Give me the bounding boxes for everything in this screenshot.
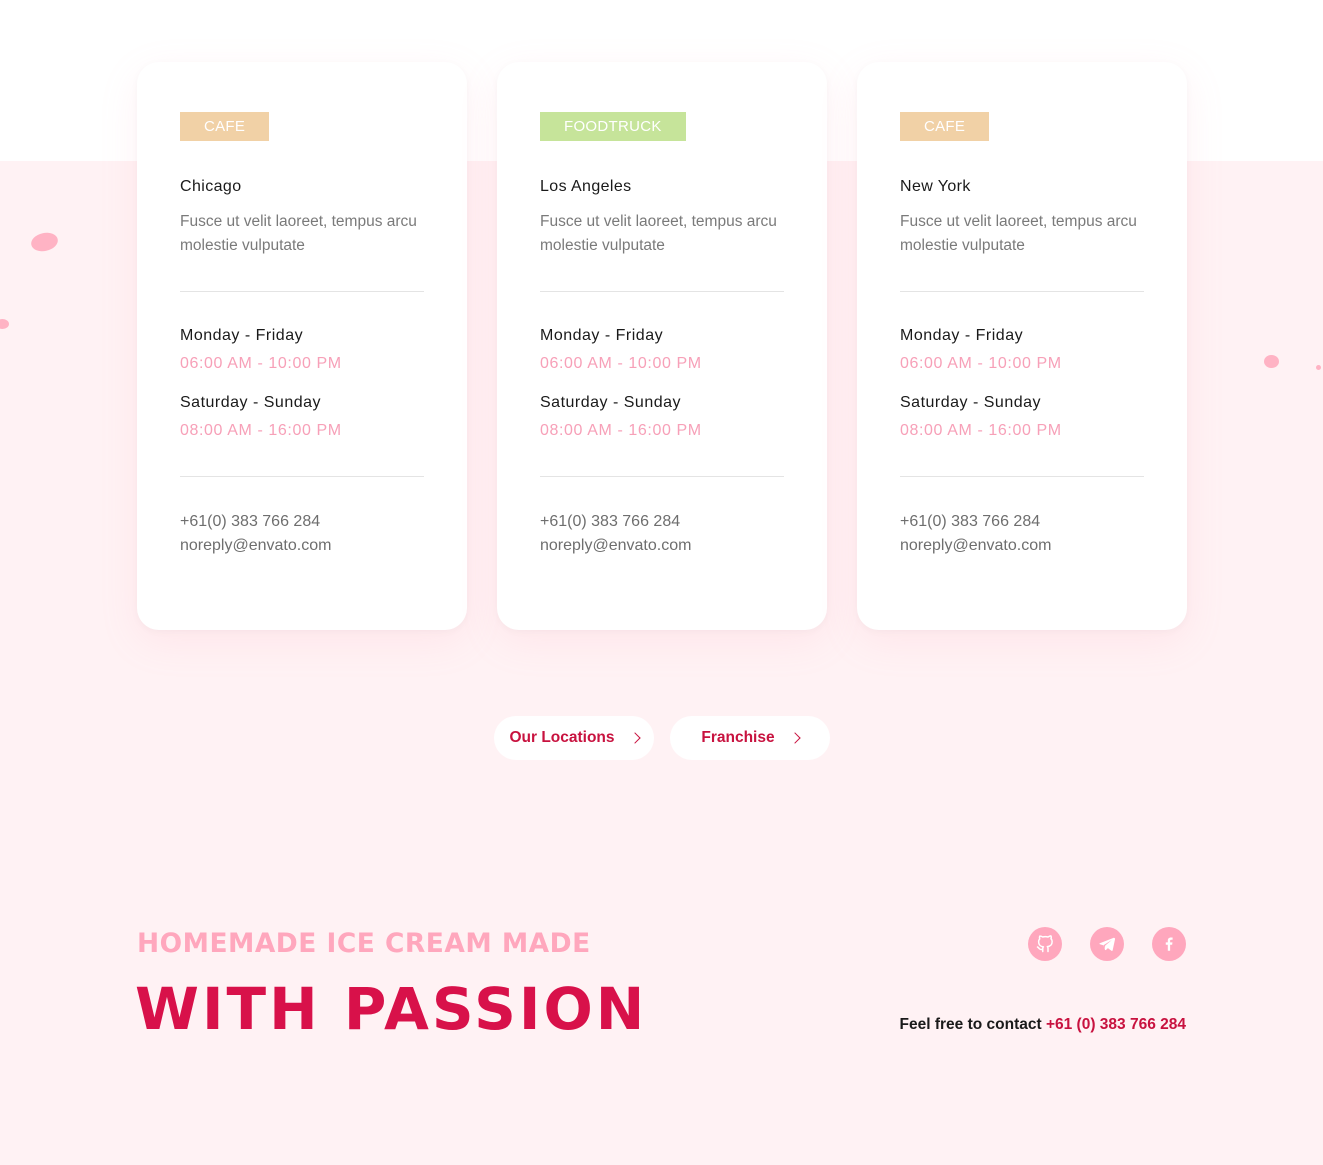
contact-line: Feel free to contact +61 (0) 383 766 284 [900, 1016, 1186, 1034]
hero-subtitle: HOMEMADE ICE CREAM MADE [137, 928, 591, 959]
telegram-icon [1099, 937, 1116, 951]
decorative-dot [1264, 355, 1279, 368]
our-locations-label: Our Locations [509, 729, 615, 746]
facebook-button[interactable] [1152, 927, 1186, 961]
franchise-label: Franchise [701, 729, 775, 746]
telegram-button[interactable] [1090, 927, 1124, 961]
location-card-los-angeles: FOODTRUCK Los Angeles Fusce ut velit lao… [497, 62, 827, 630]
facebook-icon [1165, 937, 1173, 951]
weekend-label: Saturday - Sunday [900, 394, 1042, 411]
divider [180, 291, 424, 292]
contact-prefix: Feel free to contact [899, 1016, 1042, 1033]
weekday-label: Monday - Friday [900, 327, 1024, 344]
location-city: Chicago [180, 178, 242, 195]
location-city: Los Angeles [540, 178, 632, 195]
github-icon [1036, 935, 1053, 953]
divider [540, 476, 784, 477]
social-links [1028, 927, 1186, 961]
location-type-badge: CAFE [900, 112, 990, 141]
chevron-right-icon [788, 732, 801, 744]
weekday-label: Monday - Friday [540, 327, 664, 344]
location-city: New York [900, 178, 971, 195]
location-card-chicago: CAFE Chicago Fusce ut velit laoreet, tem… [137, 62, 467, 630]
location-card-new-york: CAFE New York Fusce ut velit laoreet, te… [857, 62, 1187, 630]
hero-title: WITH PASSION [135, 975, 648, 1043]
weekday-hours: 06:00 AM - 10:00 PM [900, 355, 1062, 372]
location-contact: +61(0) 383 766 284 noreply@envato.com [180, 510, 424, 558]
location-description: Fusce ut velit laoreet, tempus arcu mole… [540, 213, 777, 254]
location-type-badge: FOODTRUCK [540, 112, 686, 141]
github-button[interactable] [1028, 927, 1062, 961]
franchise-button[interactable]: Franchise [670, 716, 830, 760]
weekend-hours: 08:00 AM - 16:00 PM [900, 422, 1062, 439]
weekend-hours: 08:00 AM - 16:00 PM [540, 422, 702, 439]
location-contact: +61(0) 383 766 284 noreply@envato.com [900, 510, 1144, 558]
weekday-hours: 06:00 AM - 10:00 PM [540, 355, 702, 372]
divider [900, 291, 1144, 292]
location-type-badge: CAFE [180, 112, 270, 141]
weekend-label: Saturday - Sunday [180, 394, 322, 411]
divider [180, 476, 424, 477]
contact-phone-link[interactable]: +61 (0) 383 766 284 [1046, 1016, 1186, 1033]
location-cards: CAFE Chicago Fusce ut velit laoreet, tem… [137, 62, 1187, 630]
divider [540, 291, 784, 292]
decorative-dot [1316, 365, 1321, 370]
location-description: Fusce ut velit laoreet, tempus arcu mole… [180, 213, 417, 254]
location-phone[interactable]: +61(0) 383 766 284 [900, 510, 1144, 534]
our-locations-button[interactable]: Our Locations [494, 716, 654, 760]
location-buttons: Our Locations Franchise [494, 716, 830, 760]
location-description: Fusce ut velit laoreet, tempus arcu mole… [900, 213, 1137, 254]
weekday-label: Monday - Friday [180, 327, 304, 344]
chevron-right-icon [628, 732, 641, 744]
location-contact: +61(0) 383 766 284 noreply@envato.com [540, 510, 784, 558]
weekend-hours: 08:00 AM - 16:00 PM [180, 422, 342, 439]
location-email[interactable]: noreply@envato.com [540, 534, 784, 558]
location-email[interactable]: noreply@envato.com [900, 534, 1144, 558]
weekday-hours: 06:00 AM - 10:00 PM [180, 355, 342, 372]
location-phone[interactable]: +61(0) 383 766 284 [540, 510, 784, 534]
location-email[interactable]: noreply@envato.com [180, 534, 424, 558]
weekend-label: Saturday - Sunday [540, 394, 682, 411]
divider [900, 476, 1144, 477]
location-phone[interactable]: +61(0) 383 766 284 [180, 510, 424, 534]
